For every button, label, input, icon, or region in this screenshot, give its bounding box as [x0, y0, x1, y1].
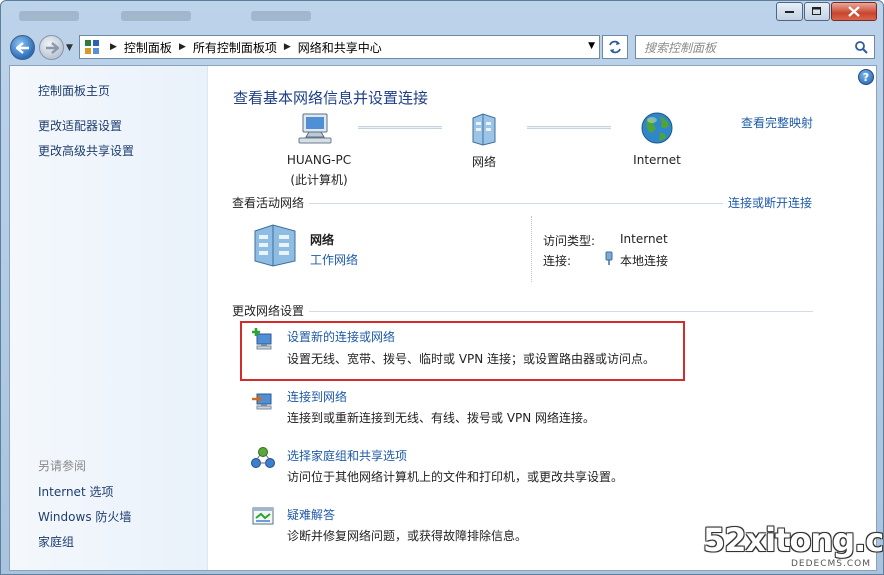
homegroup-icon — [251, 447, 275, 468]
navigation-bar: ▼ ▶ 控制面板 ▶ 所有控制面板项 ▶ 网络和共享中心 ▼ 搜索控制面板 — [1, 31, 883, 63]
map-node-network-label: 网络 — [471, 155, 496, 169]
connect-network-icon — [252, 393, 272, 410]
local-connection-link[interactable]: 本地连接 — [620, 252, 668, 269]
arrow-left-icon — [15, 41, 29, 54]
sidebar-item-homegroup[interactable]: 家庭组 — [38, 533, 74, 550]
refresh-icon — [609, 40, 621, 54]
search-placeholder: 搜索控制面板 — [644, 40, 717, 55]
sidebar-item-firewall[interactable]: Windows 防火墙 — [38, 508, 131, 525]
chevron-right-icon[interactable]: ▶ — [110, 42, 117, 52]
full-map-link[interactable]: 查看完整映射 — [741, 114, 813, 131]
connection-line — [358, 126, 442, 129]
chevron-right-icon[interactable]: ▶ — [179, 42, 186, 52]
globe-icon — [641, 112, 673, 144]
help-icon[interactable]: ? — [858, 69, 874, 85]
connection-line — [527, 126, 611, 129]
search-icon[interactable] — [854, 40, 868, 54]
connect-disconnect-link[interactable]: 连接或断开连接 — [728, 194, 812, 211]
breadcrumb-all-items[interactable]: 所有控制面板项 — [193, 39, 277, 56]
refresh-button[interactable] — [602, 35, 628, 59]
access-type-value: Internet — [620, 232, 668, 246]
map-node-computer-label: HUANG-PC — [286, 153, 352, 167]
section-divider — [309, 203, 723, 204]
close-button[interactable] — [831, 2, 877, 21]
section-divider — [309, 311, 813, 312]
minimize-icon — [784, 10, 794, 13]
content-area: 控制面板主页 更改适配器设置 更改高级共享设置 另请参阅 Internet 选项… — [9, 65, 877, 571]
network-type-link[interactable]: 工作网络 — [310, 251, 358, 268]
computer-icon — [298, 113, 332, 144]
map-node-computer-sublabel: (此计算机) — [290, 173, 348, 187]
main-panel: ? 查看基本网络信息并设置连接 查看完整映射 HUANG-PC (此计算机) 网… — [209, 66, 876, 570]
task-connect-network-desc: 连接到或重新连接到无线、有线、拨号或 VPN 网络连接。 — [287, 411, 596, 425]
active-networks-heading: 查看活动网络 — [232, 196, 305, 210]
breadcrumb-control-panel[interactable]: 控制面板 — [124, 39, 172, 56]
sidebar-item-adapter-settings[interactable]: 更改适配器设置 — [38, 117, 122, 134]
task-troubleshoot-link[interactable]: 疑难解答 — [287, 506, 335, 523]
task-connect-network-link[interactable]: 连接到网络 — [287, 388, 347, 405]
breadcrumb-network-center[interactable]: 网络和共享中心 — [298, 39, 382, 56]
ethernet-icon — [605, 251, 613, 265]
new-connection-icon — [252, 328, 272, 350]
back-button[interactable] — [10, 35, 35, 60]
blurred-title — [19, 11, 79, 21]
network-name: 网络 — [310, 233, 335, 247]
forward-button[interactable] — [39, 35, 64, 60]
sidebar: 控制面板主页 更改适配器设置 更改高级共享设置 另请参阅 Internet 选项… — [10, 66, 208, 570]
blurred-title — [251, 11, 311, 21]
sidebar-item-advanced-sharing[interactable]: 更改高级共享设置 — [38, 142, 134, 159]
minimize-button[interactable] — [776, 2, 803, 21]
see-also-heading: 另请参阅 — [38, 459, 87, 473]
map-node-internet-label: Internet — [633, 153, 681, 167]
active-network-icon — [254, 224, 296, 267]
page-title: 查看基本网络信息并设置连接 — [233, 89, 429, 107]
recent-pages-dropdown[interactable]: ▼ — [66, 43, 73, 53]
close-icon — [848, 6, 860, 17]
maximize-icon — [812, 7, 821, 15]
network-icon — [472, 113, 496, 146]
blurred-title — [121, 11, 191, 21]
task-homegroup-desc: 访问位于其他网络计算机上的文件和打印机，或更改共享设置。 — [287, 470, 624, 484]
connections-label: 连接: — [543, 254, 572, 268]
search-input[interactable]: 搜索控制面板 — [635, 35, 875, 59]
arrow-right-icon — [45, 41, 59, 54]
sidebar-item-internet-options[interactable]: Internet 选项 — [38, 483, 113, 500]
watermark-sub: DEDECMS.COM — [791, 559, 871, 569]
vertical-divider — [531, 216, 532, 282]
maximize-button[interactable] — [804, 2, 830, 21]
chevron-right-icon[interactable]: ▶ — [284, 42, 291, 52]
title-bar — [1, 1, 883, 31]
task-troubleshoot-desc: 诊断并修复网络问题，或获得故障排除信息。 — [287, 529, 528, 543]
access-type-label: 访问类型: — [543, 234, 596, 248]
address-bar[interactable]: ▶ 控制面板 ▶ 所有控制面板项 ▶ 网络和共享中心 ▼ — [79, 35, 600, 59]
troubleshoot-icon — [252, 507, 274, 525]
address-dropdown-icon[interactable]: ▼ — [588, 41, 595, 51]
change-settings-heading: 更改网络设置 — [232, 304, 305, 318]
task-homegroup-link[interactable]: 选择家庭组和共享选项 — [287, 447, 407, 464]
task-setup-connection-link[interactable]: 设置新的连接或网络 — [287, 328, 395, 345]
task-setup-connection-desc: 设置无线、宽带、拨号、临时或 VPN 连接；或设置路由器或访问点。 — [287, 352, 656, 366]
window: ▼ ▶ 控制面板 ▶ 所有控制面板项 ▶ 网络和共享中心 ▼ 搜索控制面板 控制… — [0, 0, 884, 575]
control-panel-icon — [85, 40, 99, 54]
watermark: 52xitong.com — [703, 521, 884, 559]
sidebar-item-home[interactable]: 控制面板主页 — [38, 82, 110, 99]
